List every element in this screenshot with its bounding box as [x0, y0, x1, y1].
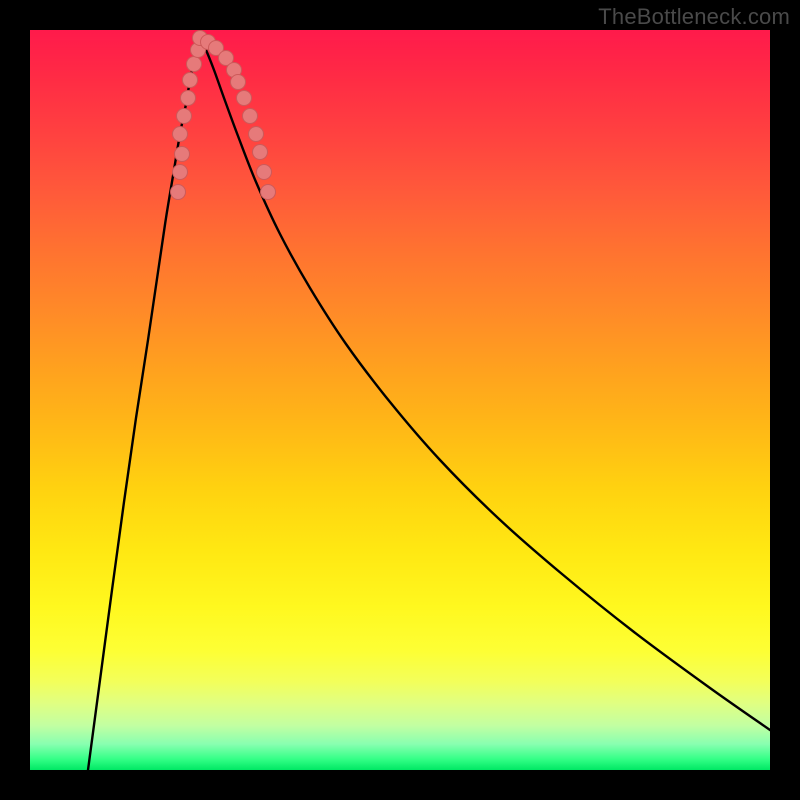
data-dot: [243, 109, 258, 124]
data-dots: [171, 31, 276, 200]
data-dot: [249, 127, 264, 142]
data-dot: [173, 165, 188, 180]
data-dot: [181, 91, 196, 106]
curve-right-branch: [200, 38, 770, 730]
chart-stage: TheBottleneck.com: [0, 0, 800, 800]
data-dot: [231, 75, 246, 90]
data-dot: [261, 185, 276, 200]
watermark-text: TheBottleneck.com: [598, 4, 790, 30]
data-dot: [171, 185, 186, 200]
data-dot: [257, 165, 272, 180]
data-dot: [175, 147, 190, 162]
curve-layer: [30, 30, 770, 770]
data-dot: [177, 109, 192, 124]
data-dot: [253, 145, 268, 160]
data-dot: [237, 91, 252, 106]
data-dot: [183, 73, 198, 88]
plot-area: [30, 30, 770, 770]
data-dot: [173, 127, 188, 142]
data-dot: [187, 57, 202, 72]
